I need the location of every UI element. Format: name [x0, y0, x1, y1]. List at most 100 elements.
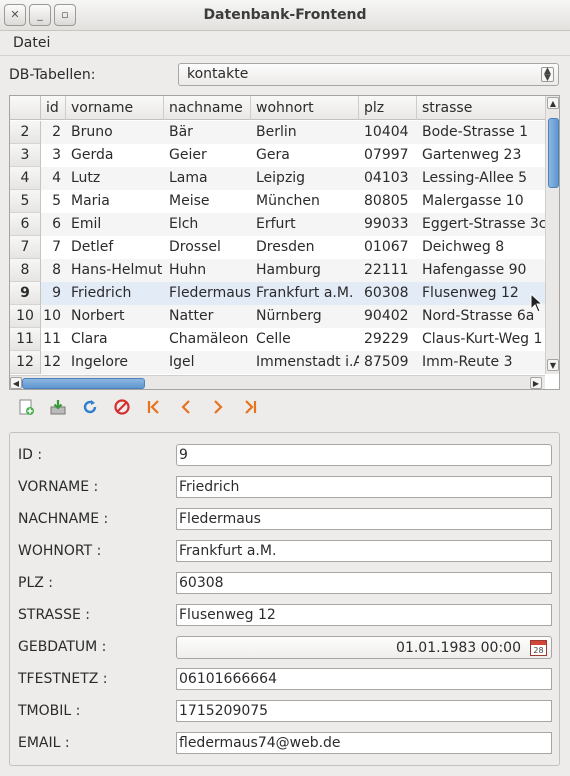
- cell-nachname[interactable]: Fledermaus: [164, 282, 251, 305]
- horizontal-scroll-thumb[interactable]: [22, 378, 145, 389]
- cell-id[interactable]: 5: [41, 190, 66, 213]
- cell-vorname[interactable]: Clara: [66, 328, 164, 351]
- cell-strasse[interactable]: Bode-Strasse 1: [417, 121, 545, 144]
- cell-wohnort[interactable]: Gera: [251, 144, 359, 167]
- cell-plz[interactable]: 01067: [359, 236, 417, 259]
- cell-wohnort[interactable]: Erfurt: [251, 213, 359, 236]
- cell-nachname[interactable]: Igel: [164, 351, 251, 374]
- nachname-field[interactable]: [176, 508, 552, 530]
- row-header[interactable]: 10: [10, 305, 41, 328]
- cell-id[interactable]: 7: [41, 236, 66, 259]
- column-header-nachname[interactable]: nachname: [164, 96, 251, 120]
- column-header-strasse[interactable]: strasse: [417, 96, 545, 120]
- cell-plz[interactable]: 04103: [359, 167, 417, 190]
- cell-strasse[interactable]: Claus-Kurt-Weg 1: [417, 328, 545, 351]
- cell-plz[interactable]: 99033: [359, 213, 417, 236]
- cell-wohnort[interactable]: Hamburg: [251, 259, 359, 282]
- row-header[interactable]: 5: [10, 190, 41, 213]
- cell-strasse[interactable]: Imm-Reute 3: [417, 351, 545, 374]
- cell-id[interactable]: 4: [41, 167, 66, 190]
- column-header-plz[interactable]: plz: [359, 96, 417, 120]
- refresh-button[interactable]: [79, 398, 101, 420]
- cell-plz[interactable]: 29229: [359, 328, 417, 351]
- vertical-scroll-thumb[interactable]: [548, 118, 559, 188]
- cell-nachname[interactable]: Natter: [164, 305, 251, 328]
- cell-strasse[interactable]: Lessing-Allee 5: [417, 167, 545, 190]
- cell-vorname[interactable]: Norbert: [66, 305, 164, 328]
- cell-id[interactable]: 2: [41, 121, 66, 144]
- cell-strasse[interactable]: Eggert-Strasse 3c: [417, 213, 545, 236]
- cell-plz[interactable]: 60308: [359, 282, 417, 305]
- cell-vorname[interactable]: Hans-Helmut: [66, 259, 164, 282]
- plz-field[interactable]: [176, 572, 552, 594]
- cell-vorname[interactable]: Ingelore: [66, 351, 164, 374]
- cell-nachname[interactable]: Drossel: [164, 236, 251, 259]
- cell-strasse[interactable]: Deichweg 8: [417, 236, 545, 259]
- cell-id[interactable]: 9: [41, 282, 66, 305]
- row-header[interactable]: 8: [10, 259, 41, 282]
- cell-wohnort[interactable]: Leipzig: [251, 167, 359, 190]
- cell-plz[interactable]: 22111: [359, 259, 417, 282]
- row-header[interactable]: 3: [10, 144, 41, 167]
- cell-nachname[interactable]: Lama: [164, 167, 251, 190]
- scroll-left-arrow-icon[interactable]: ◀: [10, 377, 22, 389]
- menu-file[interactable]: Datei: [13, 33, 50, 53]
- cell-vorname[interactable]: Bruno: [66, 121, 164, 144]
- cell-id[interactable]: 6: [41, 213, 66, 236]
- cell-wohnort[interactable]: Frankfurt a.M.: [251, 282, 359, 305]
- scroll-up-arrow-icon[interactable]: ▲: [547, 97, 559, 109]
- first-record-button[interactable]: [143, 398, 165, 420]
- cell-plz[interactable]: 90402: [359, 305, 417, 328]
- row-header[interactable]: 9: [10, 282, 41, 305]
- scroll-down-arrow-icon[interactable]: ▼: [547, 359, 559, 371]
- cell-nachname[interactable]: Geier: [164, 144, 251, 167]
- db-table-select[interactable]: kontakte ▲ ▼: [178, 63, 559, 86]
- scroll-right-arrow-icon[interactable]: ▶: [530, 377, 542, 389]
- vorname-field[interactable]: [176, 476, 552, 498]
- cell-strasse[interactable]: Gartenweg 23: [417, 144, 545, 167]
- cell-vorname[interactable]: Emil: [66, 213, 164, 236]
- cell-id[interactable]: 12: [41, 351, 66, 374]
- next-record-button[interactable]: [207, 398, 229, 420]
- cell-nachname[interactable]: Bär: [164, 121, 251, 144]
- cell-id[interactable]: 11: [41, 328, 66, 351]
- row-header[interactable]: 11: [10, 328, 41, 351]
- cell-nachname[interactable]: Chamäleon: [164, 328, 251, 351]
- tfestnetz-field[interactable]: [176, 668, 552, 690]
- cell-plz[interactable]: 07997: [359, 144, 417, 167]
- row-header[interactable]: 4: [10, 167, 41, 190]
- last-record-button[interactable]: [239, 398, 261, 420]
- strasse-field[interactable]: [176, 604, 552, 626]
- add-record-button[interactable]: [15, 398, 37, 420]
- cell-wohnort[interactable]: Celle: [251, 328, 359, 351]
- cancel-button[interactable]: [111, 398, 133, 420]
- cell-wohnort[interactable]: Immenstadt i.A.: [251, 351, 359, 374]
- cell-strasse[interactable]: Nord-Strasse 6a: [417, 305, 545, 328]
- id-field[interactable]: [176, 444, 552, 466]
- cell-nachname[interactable]: Huhn: [164, 259, 251, 282]
- cell-id[interactable]: 8: [41, 259, 66, 282]
- column-header-vorname[interactable]: vorname: [66, 96, 164, 120]
- column-header-wohnort[interactable]: wohnort: [251, 96, 359, 120]
- email-field[interactable]: [176, 732, 552, 754]
- cell-strasse[interactable]: Hafengasse 90: [417, 259, 545, 282]
- cell-plz[interactable]: 80805: [359, 190, 417, 213]
- cell-vorname[interactable]: Maria: [66, 190, 164, 213]
- calendar-icon[interactable]: 28: [530, 640, 547, 656]
- cell-strasse[interactable]: Flusenweg 12: [417, 282, 545, 305]
- vertical-scrollbar[interactable]: ▲ ▼: [545, 96, 559, 374]
- cell-vorname[interactable]: Detlef: [66, 236, 164, 259]
- row-header[interactable]: 12: [10, 351, 41, 374]
- cell-plz[interactable]: 87509: [359, 351, 417, 374]
- previous-record-button[interactable]: [175, 398, 197, 420]
- cell-strasse[interactable]: Malergasse 10: [417, 190, 545, 213]
- save-button[interactable]: [47, 398, 69, 420]
- cell-wohnort[interactable]: Berlin: [251, 121, 359, 144]
- cell-id[interactable]: 3: [41, 144, 66, 167]
- data-table[interactable]: id vorname nachname wohnort plz strasse …: [9, 95, 560, 390]
- row-header[interactable]: 7: [10, 236, 41, 259]
- row-header[interactable]: 2: [10, 121, 41, 144]
- gebdatum-datetime-field[interactable]: 01.01.1983 00:00 28: [176, 636, 552, 659]
- tmobil-field[interactable]: [176, 700, 552, 722]
- cell-wohnort[interactable]: Nürnberg: [251, 305, 359, 328]
